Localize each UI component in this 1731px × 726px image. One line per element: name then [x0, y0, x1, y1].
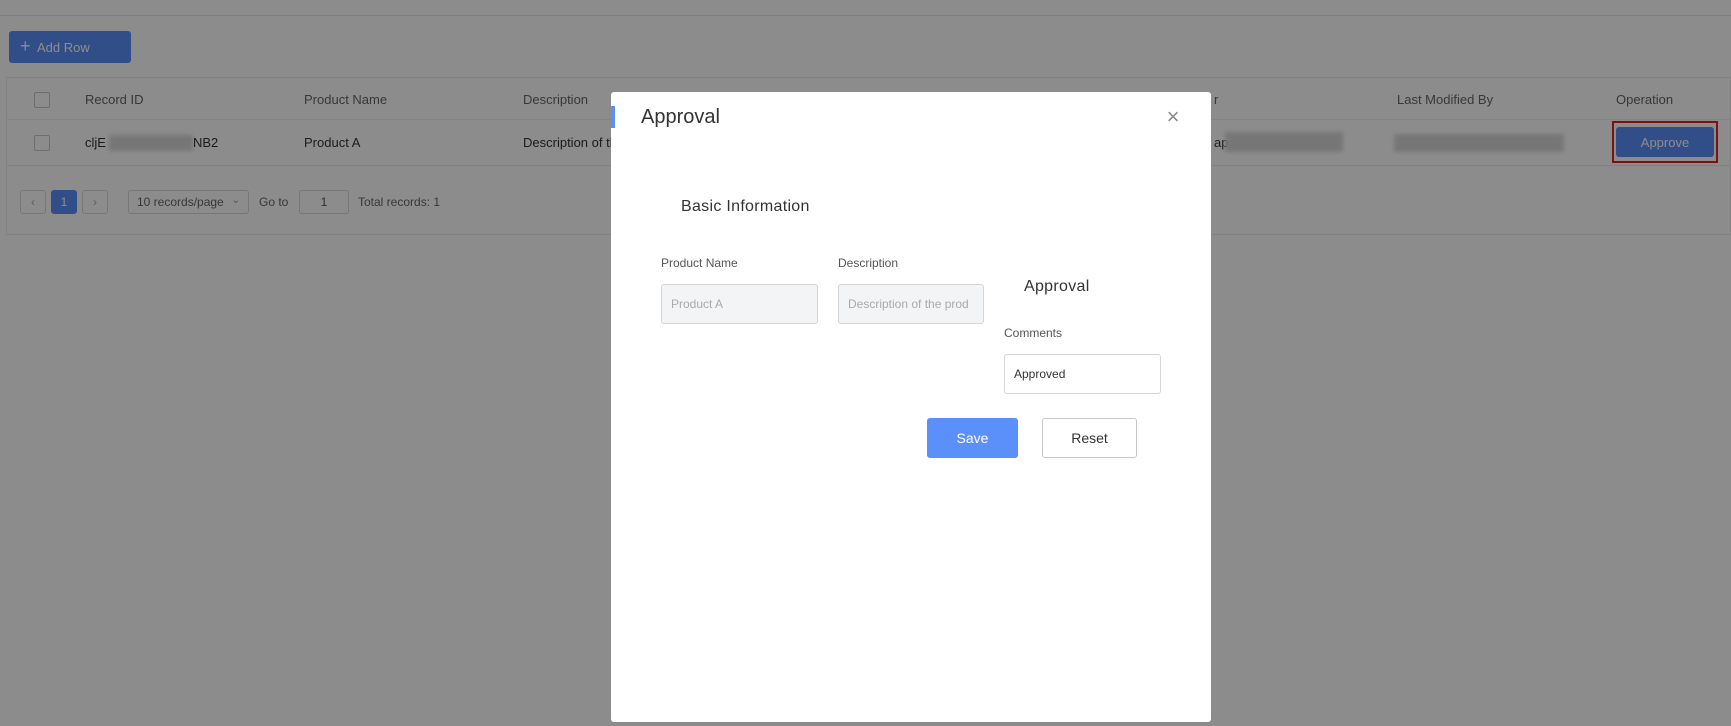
close-icon[interactable]: × [1162, 106, 1184, 128]
save-button[interactable]: Save [927, 418, 1018, 458]
basic-information-heading: Basic Information [681, 198, 810, 215]
description-field[interactable]: Description of the prod [838, 284, 984, 324]
product-name-label: Product Name [661, 256, 738, 270]
dialog-title: Approval [641, 106, 720, 128]
title-accent-bar [611, 106, 615, 128]
approval-dialog: Approval × Basic Information Product Nam… [611, 92, 1211, 722]
description-label: Description [838, 256, 899, 270]
reset-button[interactable]: Reset [1042, 418, 1137, 458]
approval-heading: Approval [1024, 278, 1090, 295]
comments-label: Comments [1004, 326, 1063, 340]
product-name-field[interactable]: Product A [661, 284, 818, 324]
comments-input[interactable]: Approved [1004, 354, 1161, 394]
